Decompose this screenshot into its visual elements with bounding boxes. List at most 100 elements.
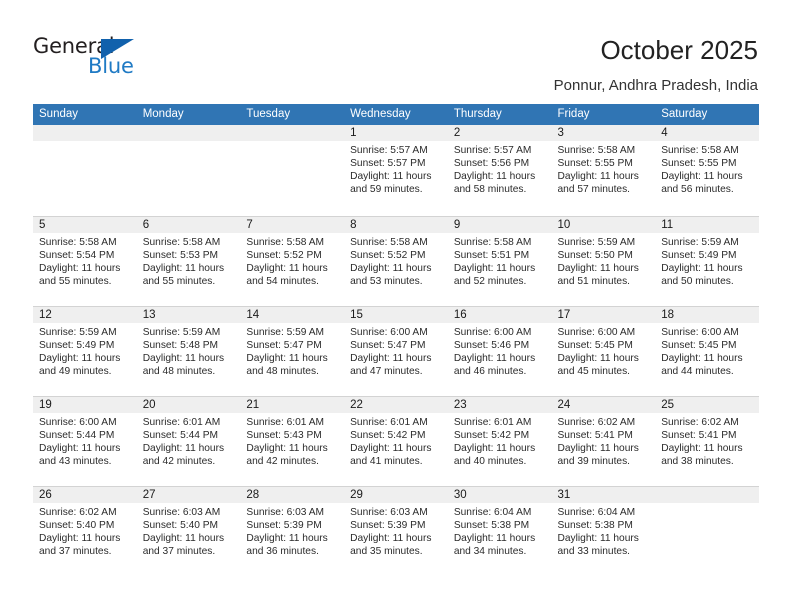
calendar-day-cell[interactable]: 13 Sunrise: 5:59 AM Sunset: 5:48 PM Dayligh… — [136, 306, 241, 395]
weekday-header-monday: Monday — [142, 108, 184, 120]
day-number: 5 — [33, 217, 137, 233]
sunrise-time: Sunrise: 5:58 AM — [453, 237, 532, 248]
logo-word-blue: Blue — [88, 54, 134, 78]
day-number — [33, 125, 137, 141]
sunrise-time: Sunrise: 5:58 AM — [39, 237, 117, 248]
daylight-duration-line1: Daylight: 11 hours — [557, 171, 639, 183]
calendar-day-cell[interactable]: 31 Sunrise: 6:04 AM Sunset: 5:38 PM Dayligh… — [551, 486, 656, 575]
day-number: 17 — [551, 307, 656, 323]
daylight-duration-line1: Daylight: 11 hours — [39, 353, 121, 365]
weekday-header-sunday: Sunday — [39, 108, 79, 120]
day-number: 8 — [344, 217, 448, 233]
calendar-weeks: 1 Sunrise: 5:57 AM Sunset: 5:57 PM Daylight… — [33, 125, 759, 575]
daylight-duration-line2: and 39 minutes. — [557, 456, 631, 468]
sunrise-time: Sunrise: 5:59 AM — [246, 327, 324, 338]
sunrise-time: Sunrise: 6:00 AM — [453, 327, 532, 338]
day-sun-info: Sunrise: 6:02 AM Sunset: 5:41 PM Daylight:… — [552, 413, 656, 468]
calendar-day-cell[interactable]: 16 Sunrise: 6:00 AM Sunset: 5:46 PM Dayligh… — [447, 306, 552, 395]
calendar-day-cell[interactable]: 2 Sunrise: 5:57 AM Sunset: 5:56 PM Daylight… — [447, 125, 552, 214]
sunrise-time: Sunrise: 6:00 AM — [350, 327, 428, 338]
calendar-day-cell[interactable]: 7 Sunrise: 5:58 AM Sunset: 5:52 PM Daylight… — [240, 216, 345, 305]
sunset-time: Sunset: 5:54 PM — [39, 250, 115, 262]
calendar-grid: Sunday Monday Tuesday Wednesday Thursday Frid… — [33, 104, 759, 575]
day-number: 30 — [447, 487, 552, 503]
calendar-day-cell[interactable]: 12 Sunrise: 5:59 AM Sunset: 5:49 PM Dayligh… — [33, 306, 137, 395]
daylight-duration-line2: and 36 minutes. — [246, 546, 319, 558]
sunrise-time: Sunrise: 5:59 AM — [557, 237, 636, 248]
calendar-week-row: 19 Sunrise: 6:00 AM Sunset: 5:44 PM Dayligh… — [33, 395, 759, 485]
daylight-duration-line2: and 54 minutes. — [246, 276, 319, 288]
calendar-day-cell[interactable]: 20 Sunrise: 6:01 AM Sunset: 5:44 PM Dayligh… — [136, 396, 241, 485]
calendar-day-cell[interactable]: 24 Sunrise: 6:02 AM Sunset: 5:41 PM Dayligh… — [551, 396, 656, 485]
sunrise-time: Sunrise: 5:58 AM — [350, 237, 428, 248]
calendar-day-cell[interactable]: 21 Sunrise: 6:01 AM Sunset: 5:43 PM Dayligh… — [240, 396, 345, 485]
weekday-header-thursday: Thursday — [453, 108, 502, 120]
daylight-duration-line1: Daylight: 11 hours — [246, 263, 328, 275]
sunset-time: Sunset: 5:45 PM — [661, 340, 737, 352]
calendar-day-cell[interactable]: 22 Sunrise: 6:01 AM Sunset: 5:42 PM Dayligh… — [344, 396, 448, 485]
day-sun-info: Sunrise: 5:58 AM Sunset: 5:52 PM Daylight:… — [240, 233, 344, 288]
day-number — [136, 125, 241, 141]
calendar-day-cell[interactable]: 23 Sunrise: 6:01 AM Sunset: 5:42 PM Dayligh… — [447, 396, 552, 485]
calendar-day-cell[interactable]: 8 Sunrise: 5:58 AM Sunset: 5:52 PM Daylight… — [344, 216, 448, 305]
calendar-day-cell[interactable]: 25 Sunrise: 6:02 AM Sunset: 5:41 PM Dayligh… — [655, 396, 759, 485]
sunset-time: Sunset: 5:42 PM — [453, 430, 530, 442]
day-sun-info: Sunrise: 5:59 AM Sunset: 5:47 PM Daylight:… — [240, 323, 344, 378]
sunrise-time: Sunrise: 6:00 AM — [39, 417, 117, 428]
calendar-day-cell[interactable]: 10 Sunrise: 5:59 AM Sunset: 5:50 PM Dayligh… — [551, 216, 656, 305]
daylight-duration-line1: Daylight: 11 hours — [557, 443, 639, 455]
sunset-time: Sunset: 5:40 PM — [142, 520, 219, 532]
daylight-duration-line1: Daylight: 11 hours — [142, 353, 225, 365]
sunset-time: Sunset: 5:52 PM — [246, 250, 322, 262]
day-number: 3 — [551, 125, 656, 141]
calendar-day-cell[interactable]: 18 Sunrise: 6:00 AM Sunset: 5:45 PM Dayligh… — [655, 306, 759, 395]
daylight-duration-line1: Daylight: 11 hours — [142, 263, 225, 275]
calendar-day-cell-empty — [655, 486, 759, 575]
day-number: 31 — [551, 487, 656, 503]
calendar-day-cell[interactable]: 26 Sunrise: 6:02 AM Sunset: 5:40 PM Dayligh… — [33, 486, 137, 575]
daylight-duration-line2: and 44 minutes. — [661, 366, 734, 378]
calendar-day-cell[interactable]: 11 Sunrise: 5:59 AM Sunset: 5:49 PM Dayligh… — [655, 216, 759, 305]
sunrise-time: Sunrise: 6:03 AM — [142, 507, 221, 518]
calendar-day-cell[interactable]: 17 Sunrise: 6:00 AM Sunset: 5:45 PM Dayligh… — [551, 306, 656, 395]
sunset-time: Sunset: 5:38 PM — [557, 520, 633, 532]
calendar-day-cell[interactable]: 5 Sunrise: 5:58 AM Sunset: 5:54 PM Daylight… — [33, 216, 137, 305]
calendar-day-cell[interactable]: 4 Sunrise: 5:58 AM Sunset: 5:55 PM Daylight… — [655, 125, 759, 214]
daylight-duration-line2: and 37 minutes. — [142, 546, 216, 558]
sunrise-time: Sunrise: 6:03 AM — [246, 507, 324, 518]
sunset-time: Sunset: 5:39 PM — [350, 520, 426, 532]
calendar-day-cell[interactable]: 9 Sunrise: 5:58 AM Sunset: 5:51 PM Daylight… — [447, 216, 552, 305]
calendar-day-cell[interactable]: 3 Sunrise: 5:58 AM Sunset: 5:55 PM Daylight… — [551, 125, 656, 214]
general-blue-logo[interactable]: General Blue — [33, 36, 153, 86]
calendar-week-row: 1 Sunrise: 5:57 AM Sunset: 5:57 PM Daylight… — [33, 125, 759, 215]
sunset-time: Sunset: 5:48 PM — [142, 340, 219, 352]
calendar-day-cell[interactable]: 29 Sunrise: 6:03 AM Sunset: 5:39 PM Dayligh… — [344, 486, 448, 575]
calendar-day-cell[interactable]: 1 Sunrise: 5:57 AM Sunset: 5:57 PM Daylight… — [344, 125, 448, 214]
sunrise-time: Sunrise: 6:04 AM — [557, 507, 636, 518]
sunset-time: Sunset: 5:47 PM — [350, 340, 426, 352]
day-number: 19 — [33, 397, 137, 413]
day-sun-info: Sunrise: 6:00 AM Sunset: 5:47 PM Daylight:… — [344, 323, 448, 378]
calendar-day-cell-empty — [136, 125, 241, 214]
daylight-duration-line1: Daylight: 11 hours — [661, 443, 743, 455]
calendar-day-cell[interactable]: 14 Sunrise: 5:59 AM Sunset: 5:47 PM Dayligh… — [240, 306, 345, 395]
daylight-duration-line2: and 56 minutes. — [661, 184, 734, 196]
day-sun-info: Sunrise: 5:57 AM Sunset: 5:56 PM Daylight:… — [448, 141, 552, 196]
day-sun-info: Sunrise: 5:58 AM Sunset: 5:52 PM Daylight:… — [344, 233, 448, 288]
daylight-duration-line1: Daylight: 11 hours — [350, 353, 432, 365]
day-number: 7 — [240, 217, 345, 233]
day-number: 21 — [240, 397, 345, 413]
day-sun-info: Sunrise: 6:03 AM Sunset: 5:39 PM Daylight:… — [240, 503, 344, 558]
sunrise-time: Sunrise: 5:58 AM — [246, 237, 324, 248]
calendar-day-cell[interactable]: 15 Sunrise: 6:00 AM Sunset: 5:47 PM Dayligh… — [344, 306, 448, 395]
calendar-day-cell[interactable]: 30 Sunrise: 6:04 AM Sunset: 5:38 PM Dayligh… — [447, 486, 552, 575]
calendar-day-cell[interactable]: 6 Sunrise: 5:58 AM Sunset: 5:53 PM Daylight… — [136, 216, 241, 305]
calendar-day-cell[interactable]: 19 Sunrise: 6:00 AM Sunset: 5:44 PM Dayligh… — [33, 396, 137, 485]
sunset-time: Sunset: 5:50 PM — [557, 250, 633, 262]
calendar-day-cell[interactable]: 28 Sunrise: 6:03 AM Sunset: 5:39 PM Dayligh… — [240, 486, 345, 575]
day-sun-info: Sunrise: 6:00 AM Sunset: 5:45 PM Daylight:… — [552, 323, 656, 378]
day-number: 14 — [240, 307, 345, 323]
day-number: 10 — [551, 217, 656, 233]
calendar-day-cell[interactable]: 27 Sunrise: 6:03 AM Sunset: 5:40 PM Dayligh… — [136, 486, 241, 575]
sunrise-time: Sunrise: 5:58 AM — [557, 145, 636, 156]
